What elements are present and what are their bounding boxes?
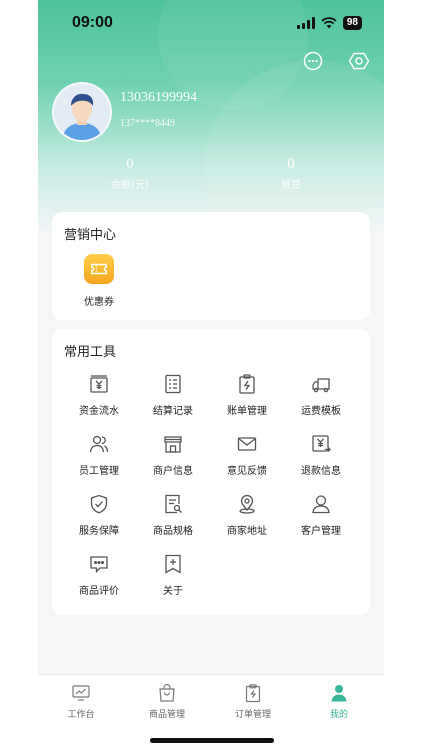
tool-refund[interactable]: 退款信息: [286, 433, 356, 477]
status-icons: 98: [296, 16, 362, 30]
stat-label: 余额(元): [111, 180, 149, 191]
tool-label: 意见反馈: [227, 466, 267, 477]
dashboard-icon: [72, 685, 90, 701]
message-icon[interactable]: [302, 50, 324, 72]
refund-icon: [312, 435, 331, 452]
tool-staff[interactable]: 员工管理: [64, 433, 134, 477]
customer-icon: [312, 495, 330, 514]
tab-mine[interactable]: 我的: [296, 683, 382, 720]
phone-screen: 09:00 98 13036199994 137****8449 0 余额(元)…: [38, 0, 384, 750]
stat-value: 0: [126, 156, 134, 172]
cash-flow-icon: [90, 375, 108, 393]
tool-label: 商品规格: [153, 526, 193, 537]
tool-merchant-address[interactable]: 商家地址: [212, 493, 282, 537]
stat-label: 慧豆: [281, 180, 301, 191]
review-icon: [90, 556, 108, 574]
tool-label: 员工管理: [79, 466, 119, 477]
tool-label: 资金流水: [79, 406, 119, 417]
marketing-title: 营销中心: [64, 228, 117, 243]
marketing-card: 营销中心 优惠券: [52, 212, 370, 320]
order-icon: [245, 684, 261, 703]
spec-icon: [165, 494, 182, 514]
store-icon: [164, 436, 182, 453]
tools-title: 常用工具: [64, 345, 117, 360]
tool-label: 商户信息: [153, 466, 193, 477]
user-avatar-icon[interactable]: [52, 82, 112, 142]
tool-label: 运费模板: [301, 406, 341, 417]
coupon-label: 优惠券: [84, 297, 114, 308]
tool-label: 客户管理: [301, 526, 341, 537]
cellular-signal-icon: [296, 17, 315, 29]
profile-icon: [331, 685, 347, 702]
settings-icon[interactable]: [348, 50, 370, 72]
tool-bill[interactable]: 账单管理: [212, 373, 282, 417]
balance-stat[interactable]: 0 余额(元): [70, 156, 190, 191]
shopping-bag-icon: [159, 683, 175, 702]
about-icon: [165, 554, 181, 574]
tab-orders[interactable]: 订单管理: [210, 683, 296, 720]
tab-label: 工作台: [67, 710, 95, 720]
tool-label: 关于: [163, 586, 183, 597]
user-masked-phone: 137****8449: [120, 118, 175, 129]
tool-label: 服务保障: [79, 526, 119, 537]
settlement-record-icon: [165, 374, 181, 394]
tool-product-spec[interactable]: 商品规格: [138, 493, 208, 537]
tool-label: 结算记录: [153, 406, 193, 417]
coupon-icon: [84, 254, 114, 284]
tool-label: 商家地址: [227, 526, 267, 537]
wifi-icon: [321, 17, 337, 29]
status-time: 09:00: [72, 14, 113, 31]
staff-icon: [89, 435, 109, 453]
stat-value: 0: [287, 156, 295, 172]
tab-label: 商品管理: [148, 710, 185, 720]
tool-freight-template[interactable]: 运费模板: [286, 373, 356, 417]
tool-settlement[interactable]: 结算记录: [138, 373, 208, 417]
tool-label: 商品评价: [79, 586, 119, 597]
tool-about[interactable]: 关于: [138, 553, 208, 597]
header-actions: [302, 50, 370, 72]
tab-workbench[interactable]: 工作台: [38, 683, 124, 720]
tool-customer[interactable]: 客户管理: [286, 493, 356, 537]
truck-icon: [312, 378, 330, 393]
shield-icon: [90, 494, 108, 514]
tab-products[interactable]: 商品管理: [124, 683, 210, 720]
location-icon: [239, 494, 255, 514]
tool-service-guarantee[interactable]: 服务保障: [64, 493, 134, 537]
battery-indicator: 98: [342, 16, 362, 30]
coupon-item[interactable]: 优惠券: [74, 254, 124, 308]
tool-label: 退款信息: [301, 466, 341, 477]
mail-icon: [237, 437, 257, 451]
bill-icon: [239, 374, 255, 394]
tool-feedback[interactable]: 意见反馈: [212, 433, 282, 477]
home-indicator: [150, 738, 274, 743]
tool-product-review[interactable]: 商品评价: [64, 553, 134, 597]
tool-cash-flow[interactable]: 资金流水: [64, 373, 134, 417]
user-phone: 13036199994: [120, 90, 197, 105]
tab-label: 订单管理: [234, 710, 271, 720]
tools-card: 常用工具 资金流水 结算记录 账单管理 运费模板 员工管理 商户信息 意见反馈 …: [52, 329, 370, 615]
tab-label: 我的: [329, 710, 348, 720]
status-bar: 09:00 98: [38, 12, 384, 34]
tool-label: 账单管理: [227, 406, 267, 417]
tool-merchant-info[interactable]: 商户信息: [138, 433, 208, 477]
huidou-stat[interactable]: 0 慧豆: [231, 156, 351, 191]
